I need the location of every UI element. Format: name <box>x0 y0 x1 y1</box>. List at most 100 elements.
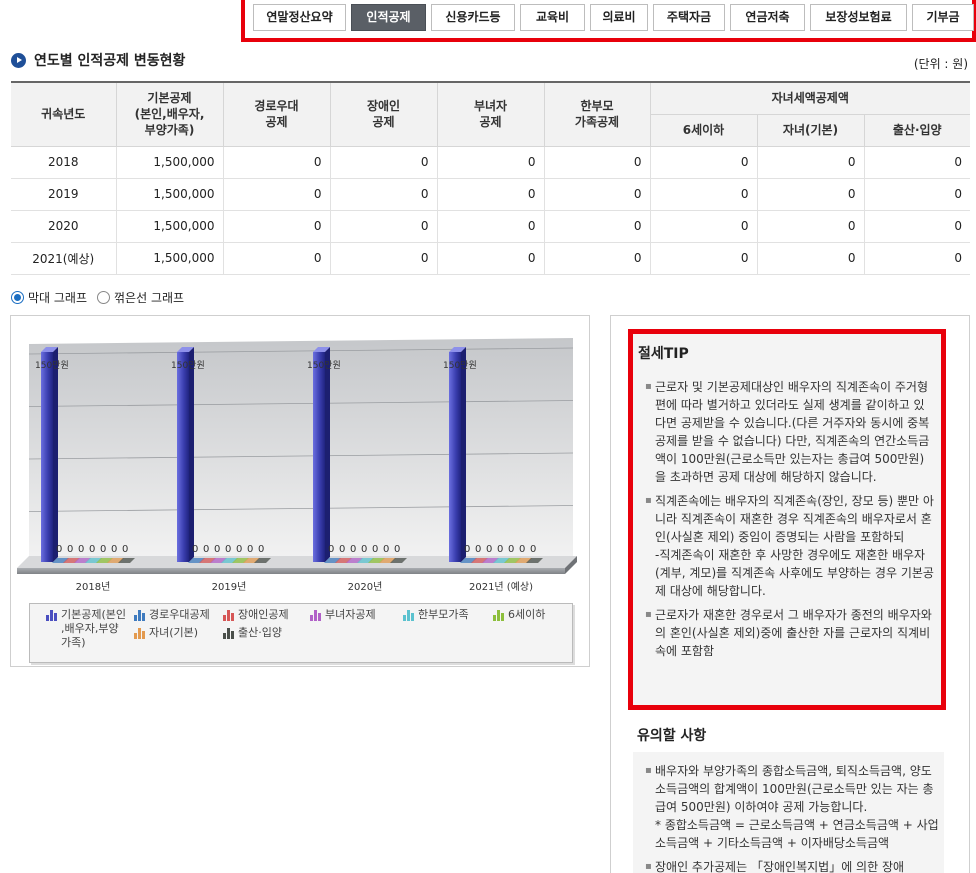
cell: 0 <box>329 241 438 275</box>
line-graph-radio[interactable] <box>97 291 111 304</box>
category-tab-bar: 연말정산요약 인적공제 신용카드등 교육비 의료비 주택자금 연금저축 보장성보… <box>241 0 976 42</box>
bar <box>177 352 189 562</box>
data-label: 0 <box>394 544 400 555</box>
x-tick-label: 2019년 <box>212 581 247 593</box>
legend-label: 출산·입양 <box>238 626 282 639</box>
col-child-group: 자녀세액공제액 <box>649 82 970 115</box>
cell: 0 <box>649 241 758 275</box>
data-label: 0 <box>225 544 231 555</box>
legend-label: 장애인공제 <box>238 608 289 621</box>
x-tick-label: 2021년 (예상) <box>469 581 533 593</box>
data-label: 0 <box>486 544 492 555</box>
cell: 0 <box>436 241 545 275</box>
data-label: 0 <box>383 544 389 555</box>
cell: 0 <box>329 145 438 179</box>
col-basic: 기본공제 (본인,배우자, 부양가족) <box>115 82 224 147</box>
cell: 1,500,000 <box>115 145 224 179</box>
data-label: 0 <box>508 544 514 555</box>
tip-list: 근로자 및 기본공제대상인 배우자의 직계존속이 주거형편에 따라 별거하고 있… <box>645 378 935 660</box>
line-graph-label: 꺾은선 그래프 <box>114 291 185 305</box>
data-label: 0 <box>372 544 378 555</box>
col-woman: 부녀자 공제 <box>436 82 545 147</box>
data-label: 0 <box>203 544 209 555</box>
data-label: 0 <box>464 544 470 555</box>
legend-label: 6세이하 <box>508 608 546 621</box>
arrow-bullet-icon <box>11 52 26 68</box>
bar-chart-icon <box>134 628 145 639</box>
notice-list: 배우자와 부양가족의 종합소득금액, 퇴직소득금액, 양도소득금액의 합계액이 … <box>645 762 940 873</box>
cell: 0 <box>863 177 970 211</box>
cell: 0 <box>756 177 865 211</box>
cell: 0 <box>649 177 758 211</box>
tab-insurance[interactable]: 보장성보험료 <box>810 4 907 31</box>
legend-label: 경로우대공제 <box>149 608 210 621</box>
bar <box>41 352 53 562</box>
line-graph-option[interactable]: 꺾은선 그래프 <box>97 289 184 306</box>
tip-title: 절세TIP <box>638 346 689 362</box>
cell: 0 <box>649 145 758 179</box>
data-label: 150만원 <box>443 360 477 371</box>
col-single-parent: 한부모 가족공제 <box>543 82 651 147</box>
tab-donation[interactable]: 기부금 <box>912 4 974 31</box>
x-tick-label: 2020년 <box>348 581 383 593</box>
notice-box: 배우자와 부양가족의 종합소득금액, 퇴직소득금액, 양도소득금액의 합계액이 … <box>633 752 944 873</box>
legend-item: 장애인공제 <box>223 608 289 622</box>
cell: 0 <box>222 241 331 275</box>
tab-pension-savings[interactable]: 연금저축 <box>730 4 805 31</box>
graph-type-options: 막대 그래프 꺾은선 그래프 <box>11 289 194 306</box>
tab-year-end-summary[interactable]: 연말정산요약 <box>253 4 346 31</box>
tab-credit-card[interactable]: 신용카드등 <box>431 4 515 31</box>
unit-label: (단위 : 원) <box>913 57 968 71</box>
bar <box>313 352 325 562</box>
page-title: 연도별 인적공제 변동현황 <box>11 50 185 70</box>
data-label: 0 <box>497 544 503 555</box>
legend-item: 자녀(기본) <box>134 626 198 640</box>
tab-medical[interactable]: 의료비 <box>590 4 648 31</box>
col-elderly: 경로우대 공제 <box>222 82 331 147</box>
bar-graph-option[interactable]: 막대 그래프 <box>11 289 87 306</box>
notice-title: 유의할 사항 <box>637 728 707 744</box>
bar-chart-icon <box>493 610 504 621</box>
list-item: 장애인 추가공제는 「장애인복지법」에 의한 장애 <box>645 858 940 873</box>
cell: 0 <box>222 209 331 243</box>
legend-label: 기본공제(본인 ,배우자,부양 가족) <box>61 608 127 649</box>
table-row: 2021(예상) 1,500,000 0 0 0 0 0 0 0 <box>11 241 970 275</box>
data-label: 0 <box>328 544 334 555</box>
cell: 0 <box>436 177 545 211</box>
bar-graph-radio[interactable] <box>11 291 24 304</box>
bar-side <box>53 347 58 562</box>
page-title-text: 연도별 인적공제 변동현황 <box>34 53 186 69</box>
data-label: 0 <box>111 544 117 555</box>
legend-label: 한부모가족 <box>418 608 469 621</box>
tab-housing-fund[interactable]: 주택자금 <box>653 4 725 31</box>
tab-personal-deduction[interactable]: 인적공제 <box>351 4 426 31</box>
data-label: 150만원 <box>307 360 341 371</box>
legend-label: 부녀자공제 <box>325 608 376 621</box>
bar-side <box>325 347 330 562</box>
col-child-basic: 자녀(기본) <box>756 114 865 147</box>
tax-tip-box: 절세TIP 근로자 및 기본공제대상인 배우자의 직계존속이 주거형편에 따라 … <box>628 329 946 710</box>
chart-panel: 150만원 0 0 0 0 0 0 0 2018년 150만원 0 0 0 0 0 0 0 2019년 150만원 0… <box>10 315 590 667</box>
cell: 0 <box>649 209 758 243</box>
cell: 2020 <box>11 209 117 243</box>
data-label: 0 <box>361 544 367 555</box>
bar-chart-icon <box>134 610 145 621</box>
cell: 2021(예상) <box>11 241 117 275</box>
bar-chart-icon <box>403 610 414 621</box>
cell: 0 <box>436 209 545 243</box>
deduction-table: 귀속년도 기본공제 (본인,배우자, 부양가족) 경로우대 공제 장애인 공제 … <box>11 81 970 275</box>
bar <box>449 352 461 562</box>
col-year: 귀속년도 <box>11 82 117 147</box>
data-label: 0 <box>247 544 253 555</box>
bar-chart-icon <box>310 610 321 621</box>
legend-item: 기본공제(본인 ,배우자,부양 가족) <box>46 608 126 650</box>
data-label: 0 <box>192 544 198 555</box>
tab-education[interactable]: 교육비 <box>520 4 585 31</box>
data-label: 150만원 <box>35 360 69 371</box>
data-label: 0 <box>67 544 73 555</box>
cell: 1,500,000 <box>115 241 224 275</box>
cell: 0 <box>756 241 865 275</box>
legend-item: 한부모가족 <box>403 608 469 622</box>
data-label: 0 <box>89 544 95 555</box>
cell: 1,500,000 <box>115 177 224 211</box>
